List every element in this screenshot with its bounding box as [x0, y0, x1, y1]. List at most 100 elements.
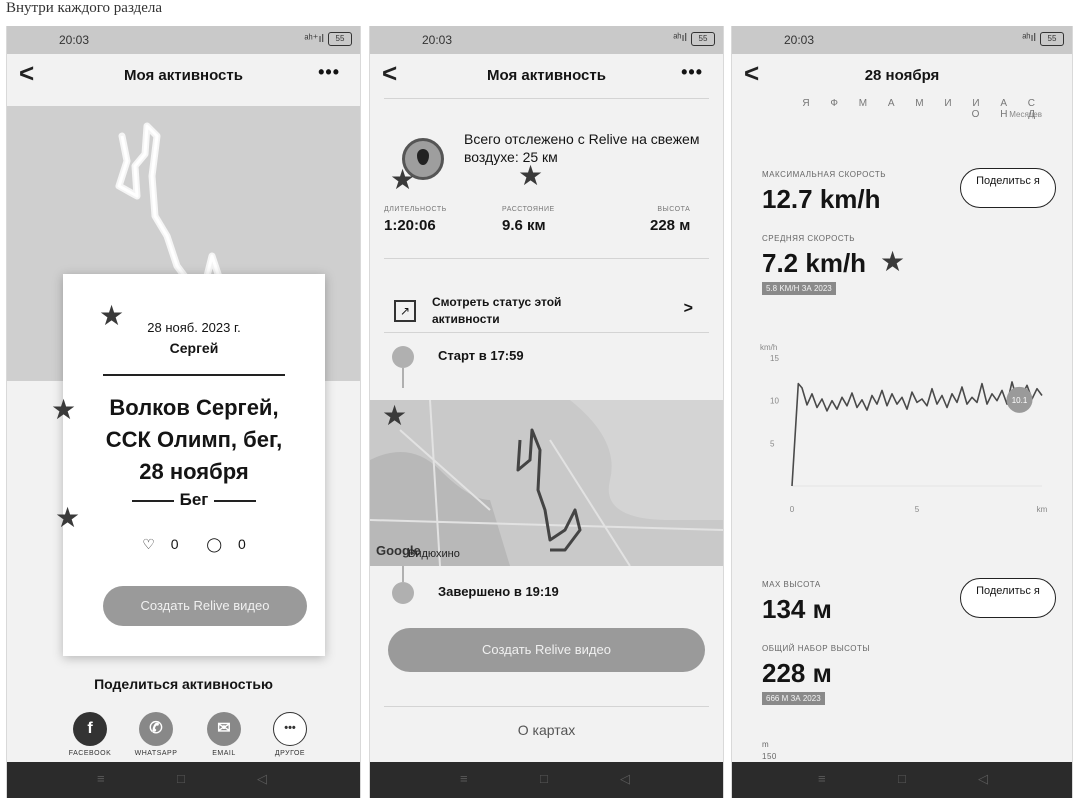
activity-status-link[interactable]: ↗ Смотреть статус этой активности >	[390, 290, 703, 330]
heart-icon: ♡	[142, 536, 155, 552]
speed-chart[interactable]: km/h 5 10 15 0 5 km 10.1	[756, 338, 1066, 518]
activity-card[interactable]: 28 нояб. 2023 г. Сергей Волков Сергей, С…	[63, 274, 325, 656]
system-nav-bar: ≡ □ ◁	[7, 762, 360, 798]
share-email-button[interactable]: ✉ EMAIL	[199, 712, 249, 757]
menu-icon[interactable]: ≡	[818, 771, 826, 786]
back-nav-icon[interactable]: ◁	[978, 771, 988, 787]
y-axis-label: km/h	[760, 343, 777, 352]
page-title: 28 ноября	[864, 67, 940, 84]
like-count: 0	[170, 536, 179, 552]
max-speed-value: 12.7 km/h	[762, 184, 881, 214]
star-icon: ★	[880, 246, 906, 277]
tracked-total: Всего отслежено с Relive на свежем возду…	[464, 131, 700, 165]
share-elevation-button[interactable]: Поделитьс я	[960, 578, 1056, 618]
share-label: EMAIL	[212, 750, 236, 757]
stat-label: РАССТОЯНИЕ	[502, 206, 555, 213]
activity-title-line: ССК Олимп, бег,	[105, 427, 283, 452]
status-time: 20:03	[784, 33, 815, 47]
email-icon: ✉	[207, 712, 241, 746]
avg-speed-year-badge: 5.8 KM/H ЗА 2023	[762, 282, 836, 295]
finish-time: Завершено в 19:19	[438, 584, 559, 599]
sport-label: Бег	[179, 490, 209, 509]
share-facebook-button[interactable]: f FACEBOOK	[65, 712, 115, 757]
stat-label: ВЫСОТА	[657, 206, 691, 213]
y-tick-label: 15	[770, 354, 779, 363]
back-nav-icon[interactable]: ◁	[620, 771, 630, 787]
speed-chart-svg: km/h 5 10 15 0 5 km 10.1	[760, 343, 1048, 514]
like-button[interactable]: ♡ 0	[136, 536, 184, 552]
elevation-gain-label: ОБЩИЙ НАБОР ВЫСОТЫ	[762, 644, 870, 653]
back-nav-icon[interactable]: ◁	[257, 771, 267, 787]
comment-button[interactable]: ◯ 0	[200, 536, 251, 552]
activity-title-line: Волков Сергей,	[109, 395, 279, 420]
route-map[interactable]: ★ Google Видюхино	[370, 399, 723, 567]
max-height-value: 134 м	[762, 594, 832, 624]
divider	[384, 706, 709, 707]
activity-title-line: 28 ноября	[139, 459, 249, 484]
signal-icon: ᵃʰıl	[1022, 32, 1036, 44]
home-icon[interactable]: □	[540, 771, 548, 786]
elevation-axis-tick: 150	[762, 752, 777, 761]
home-icon[interactable]: □	[898, 771, 906, 786]
finish-flag-icon	[392, 582, 414, 604]
share-other-button[interactable]: ••• ДРУГОЕ	[265, 712, 315, 757]
map-place-label: Видюхино	[408, 548, 460, 560]
divider	[384, 98, 709, 99]
month-selector[interactable]: Я Ф М А М И И А С О Н Д	[784, 98, 1044, 120]
stat-elevation: ВЫСОТА 228 м	[650, 206, 690, 234]
screen-day-stats: 20:03 ᵃʰıl 55 < 28 ноября Я Ф М А М И И …	[731, 26, 1073, 798]
divider	[214, 499, 257, 502]
battery-icon: 55	[1040, 32, 1064, 46]
x-tick-label: 5	[915, 505, 920, 514]
trend-chart-icon: ↗	[394, 300, 416, 322]
share-label: ДРУГОЕ	[274, 750, 306, 757]
battery-icon: 55	[328, 32, 352, 46]
signal-icon: ᵃʰ⁺ıl	[304, 33, 324, 45]
menu-icon[interactable]: ≡	[460, 771, 468, 786]
divider	[103, 374, 285, 376]
signal-icon: ᵃʰıl	[673, 32, 687, 44]
battery-icon: 55	[691, 32, 715, 46]
app-bar: < 28 ноября	[732, 56, 1072, 94]
more-options-button[interactable]: •••	[318, 62, 340, 83]
create-video-button[interactable]: Создать Relive видео	[388, 628, 705, 672]
system-nav-bar: ≡ □ ◁	[732, 762, 1072, 798]
menu-icon[interactable]: ≡	[97, 771, 105, 786]
timeline-line	[402, 566, 404, 582]
screen-activity-details: 20:03 ᵃʰıl 55 < Моя активность ••• Всего…	[369, 26, 724, 798]
sport-type: Бег	[63, 490, 325, 510]
more-options-button[interactable]: •••	[681, 62, 703, 83]
comment-icon: ◯	[206, 536, 223, 552]
max-speed-label: МАКСИМАЛЬНАЯ СКОРОСТЬ	[762, 170, 886, 179]
share-whatsapp-button[interactable]: ✆ WHATSAPP	[131, 712, 181, 757]
map-background	[370, 399, 723, 567]
create-video-button[interactable]: Создать Relive видео	[103, 586, 307, 626]
status-time: 20:03	[59, 33, 90, 47]
status-bar: 20:03 ᵃʰ⁺ıl 55	[7, 26, 360, 54]
star-icon: ★	[99, 300, 125, 331]
avg-speed-label: СРЕДНЯЯ СКОРОСТЬ	[762, 234, 856, 243]
highlight-label: 10.1	[1012, 396, 1028, 405]
stat-value: 9.6 км	[502, 217, 546, 234]
share-label: WHATSAPP	[134, 750, 178, 757]
star-icon: ★	[51, 394, 77, 425]
home-icon[interactable]: □	[177, 771, 185, 786]
divider	[384, 332, 709, 333]
star-icon: ★	[518, 160, 544, 191]
star-icon: ★	[390, 164, 416, 195]
x-tick-label: 0	[790, 505, 795, 514]
page-caption: Внутри каждого раздела	[6, 0, 163, 16]
status-bar: 20:03 ᵃʰıl 55	[370, 26, 723, 54]
activity-title: Волков Сергей, ССК Олимп, бег, 28 ноября	[63, 392, 325, 488]
share-speed-button[interactable]: Поделитьс я	[960, 168, 1056, 208]
status-time: 20:03	[422, 33, 453, 47]
screen-my-activity: 20:03 ᵃʰ⁺ıl 55 < Моя активность ••• 28 н…	[6, 26, 361, 798]
y-tick-label: 10	[770, 397, 779, 406]
status-link-label: Смотреть статус этой активности	[432, 295, 562, 326]
app-bar: < Моя активность •••	[7, 56, 360, 94]
about-maps-link[interactable]: О картах	[370, 722, 723, 738]
reactions: ♡ 0 ◯ 0	[63, 536, 325, 553]
star-icon: ★	[55, 502, 81, 533]
stat-distance: РАССТОЯНИЕ 9.6 км	[502, 206, 555, 234]
start-marker-icon	[392, 346, 414, 368]
